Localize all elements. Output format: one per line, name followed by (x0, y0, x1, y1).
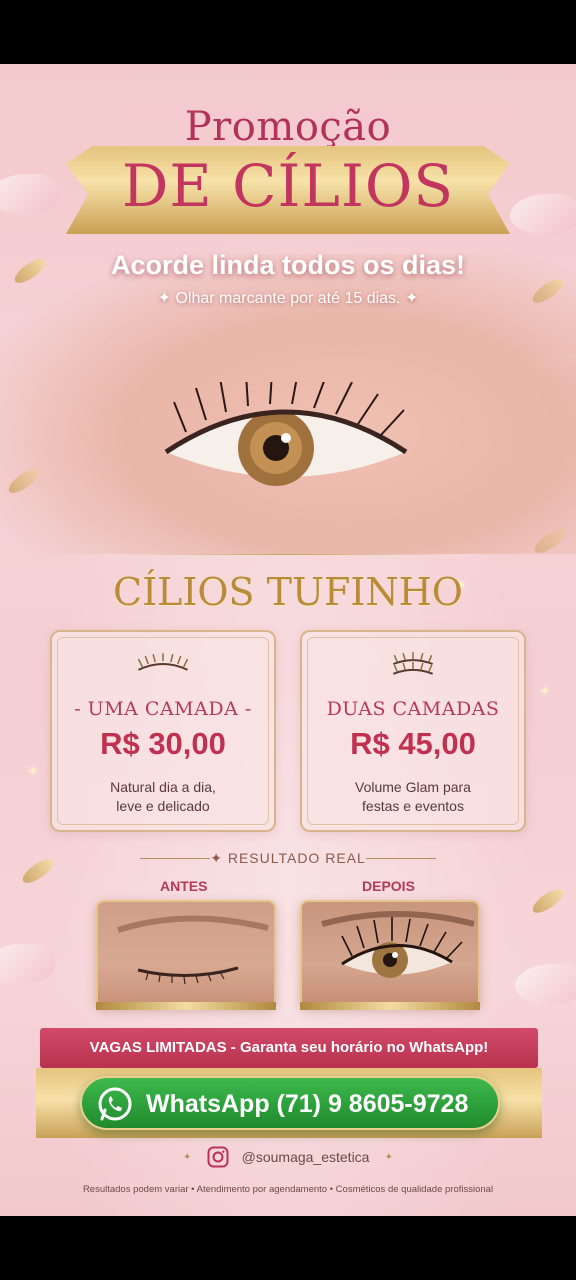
whatsapp-button[interactable]: WhatsApp (71) 9 8605-9728 (80, 1076, 500, 1130)
open-eye-illustration (321, 911, 475, 978)
section-divider (120, 554, 456, 555)
subtagline-text: Olhar marcante por até 15 dias. (175, 290, 401, 307)
double-lash-icon (392, 652, 434, 675)
results-heading-text: RESULTADO REAL (227, 850, 366, 866)
sparkle-icon: ✦ (384, 1151, 393, 1163)
sparkle-icon: ✦ (400, 290, 419, 307)
section-title: CÍLIOS TUFINHO (113, 570, 463, 614)
sparkle-icon: ✦ (210, 850, 228, 866)
results-heading: ✦ RESULTADO REAL (0, 850, 576, 867)
instagram-handle[interactable]: @soumaga_estetica (242, 1149, 370, 1165)
instagram-row: ✦ @soumaga_estetica ✦ (0, 1146, 576, 1172)
price-card-one-layer: - UMA CAMADA - R$ 30,00 Natural dia a di… (50, 630, 276, 832)
whatsapp-icon (98, 1087, 132, 1121)
before-photo-gold-bar (96, 1002, 276, 1010)
crystal-decoration (515, 964, 576, 1004)
sparkle-icon: ✦ (157, 290, 176, 307)
sparkle-icon: ✦ (183, 1151, 192, 1163)
eye-illustration (164, 382, 408, 486)
crystal-decoration (0, 944, 55, 984)
sparkle-icon: ✦ (540, 684, 551, 698)
card-description-line: leve e delicado (116, 798, 210, 814)
before-label: ANTES (160, 878, 208, 894)
card-price: R$ 30,00 (100, 726, 226, 761)
card-description-line: Natural dia a dia, (110, 779, 216, 795)
before-photo (96, 900, 276, 1008)
card-description: Volume Glam para festas e eventos (302, 778, 524, 816)
card-title: - UMA CAMADA - (74, 698, 252, 720)
gold-leaf-decoration (529, 884, 567, 918)
promo-flyer: ✦ ✦ ✦ ✦ ✦ Promoção DE CÍLIOS Acorde lind… (0, 64, 576, 1216)
page-title: DE CÍLIOS (121, 152, 455, 220)
price-card-two-layers: DUAS CAMADAS R$ 45,00 Volume Glam para f… (300, 630, 526, 832)
limited-spots-banner: VAGAS LIMITADAS - Garanta seu horário no… (40, 1028, 538, 1068)
instagram-icon (207, 1146, 229, 1168)
after-photo (300, 900, 480, 1008)
card-title: DUAS CAMADAS (326, 698, 500, 720)
card-description-line: festas e eventos (362, 798, 464, 814)
promo-heading: Promoção (184, 104, 392, 150)
tagline: Acorde linda todos os dias! (110, 250, 466, 280)
card-price: R$ 45,00 (350, 726, 476, 761)
card-description: Natural dia a dia, leve e delicado (52, 778, 274, 816)
sparkle-icon: ✦ (28, 764, 39, 778)
footer-disclaimer: Resultados podem variar • Atendimento po… (82, 1184, 494, 1195)
after-photo-gold-bar (300, 1002, 480, 1010)
card-description-line: Volume Glam para (355, 779, 471, 795)
subtagline: ✦ Olhar marcante por até 15 dias. ✦ (0, 288, 576, 308)
after-label: DEPOIS (362, 878, 415, 894)
whatsapp-number: WhatsApp (71) 9 8605-9728 (146, 1090, 469, 1118)
closed-eye-illustration (117, 915, 269, 985)
lash-icon (137, 653, 189, 671)
